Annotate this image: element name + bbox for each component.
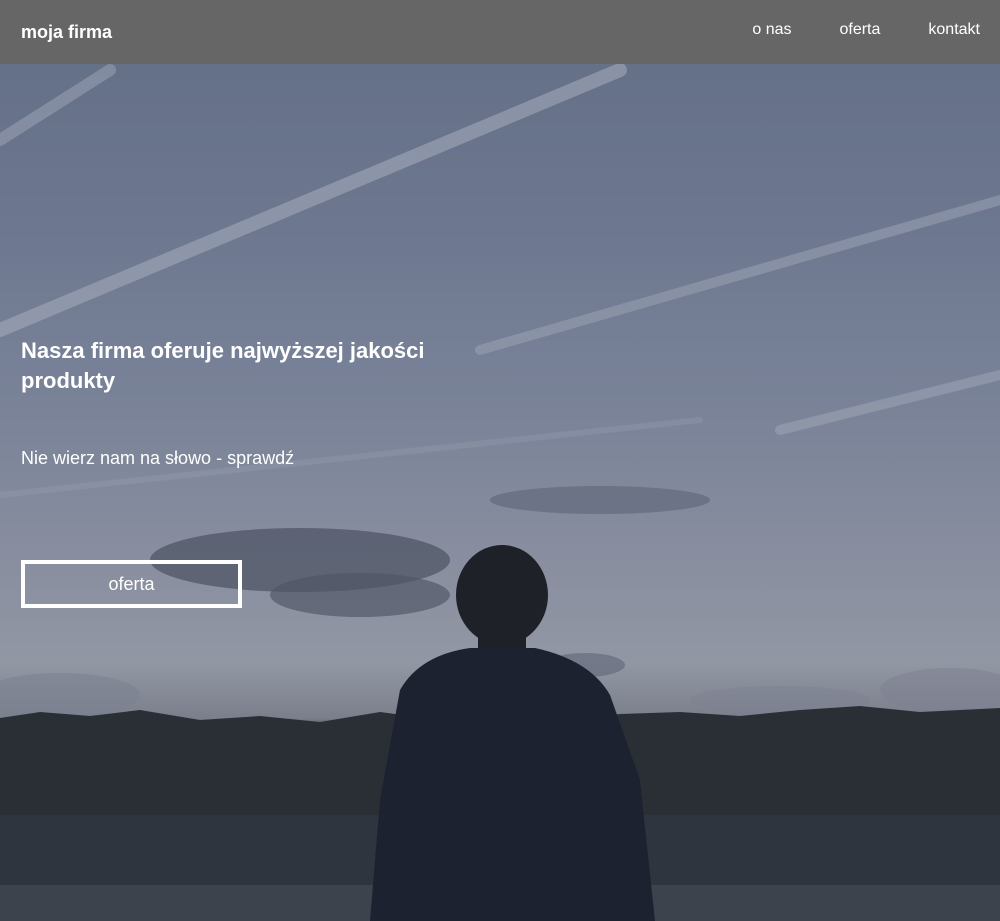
top-navbar: moja firma o nas oferta kontakt [0, 0, 1000, 64]
nav-link-oferta[interactable]: oferta [839, 21, 880, 39]
offer-button[interactable]: oferta [21, 560, 242, 608]
page: moja firma o nas oferta kontakt Nasza fi… [0, 0, 1000, 921]
nav-link-o-nas[interactable]: o nas [752, 21, 791, 39]
nav-links: o nas oferta kontakt [704, 21, 980, 41]
brand-logo-link[interactable]: moja firma [21, 22, 112, 43]
nav-link-kontakt[interactable]: kontakt [928, 21, 980, 39]
hero-title: Nasza firma oferuje najwyższej jakości p… [21, 338, 425, 393]
hero-subtitle: Nie wierz nam na słowo - sprawdź [21, 448, 295, 468]
hero-content: Nasza firma oferuje najwyższej jakości p… [21, 336, 441, 470]
